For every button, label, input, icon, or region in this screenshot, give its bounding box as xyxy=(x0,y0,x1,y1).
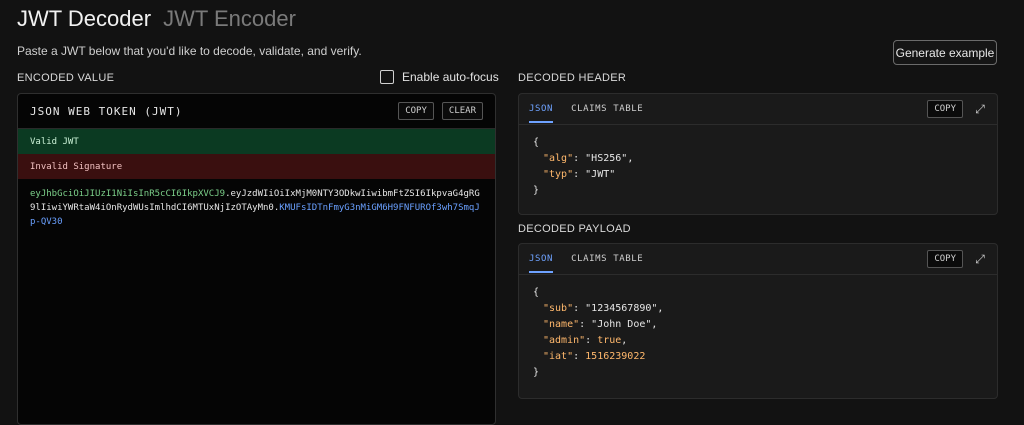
expand-icon[interactable]: ⤢ xyxy=(973,252,987,266)
json-val-name: "John Doe" xyxy=(591,319,652,330)
expand-icon[interactable]: ⤢ xyxy=(973,102,987,116)
json-val-typ: "JWT" xyxy=(585,169,616,180)
tab-jwt-decoder[interactable]: JWT Decoder xyxy=(17,6,151,32)
json-open-brace: { xyxy=(533,287,540,298)
json-val-iat: 1516239022 xyxy=(585,351,646,362)
decoded-header-actions: COPY ⤢ xyxy=(927,100,987,118)
tab-claims-table[interactable]: CLAIMS TABLE xyxy=(571,246,643,273)
decoded-header-card: JSON CLAIMS TABLE COPY ⤢ { "alg": "HS256… xyxy=(518,93,998,215)
decoded-header-json: { "alg": "HS256", "typ": "JWT" } xyxy=(519,125,997,209)
tab-jwt-encoder[interactable]: JWT Encoder xyxy=(163,6,296,32)
json-line-alg: "alg": "HS256", xyxy=(543,153,634,164)
json-key-name: "name" xyxy=(543,319,580,330)
encoded-panel-title: JSON WEB TOKEN (JWT) xyxy=(30,104,183,118)
json-key-sub: "sub" xyxy=(543,303,574,314)
top-tabs: JWT Decoder JWT Encoder xyxy=(17,6,296,32)
auto-focus-label: Enable auto-focus xyxy=(402,70,499,84)
decoded-payload-json: { "sub": "1234567890", "name": "John Doe… xyxy=(519,275,997,391)
decoded-header-card-head: JSON CLAIMS TABLE COPY ⤢ xyxy=(519,94,997,125)
json-line-iat: "iat": 1516239022 xyxy=(543,351,646,362)
decoded-payload-card-head: JSON CLAIMS TABLE COPY ⤢ xyxy=(519,244,997,275)
encoded-panel-actions: COPY CLEAR xyxy=(398,102,483,120)
json-key-iat: "iat" xyxy=(543,351,574,362)
decoded-payload-copy-button[interactable]: COPY xyxy=(927,250,963,268)
decoded-payload-card: JSON CLAIMS TABLE COPY ⤢ { "sub": "12345… xyxy=(518,243,998,399)
invalid-signature-status: Invalid Signature xyxy=(18,154,495,179)
json-key-alg: "alg" xyxy=(543,153,574,164)
json-line-typ: "typ": "JWT" xyxy=(543,169,616,180)
json-close-brace: } xyxy=(533,185,540,196)
page-subtitle: Paste a JWT below that you'd like to dec… xyxy=(17,44,362,58)
json-val-alg: "HS256" xyxy=(585,153,628,164)
jwt-token-input[interactable]: eyJhbGciOiJIUzI1NiIsInR5cCI6IkpXVCJ9.eyJ… xyxy=(18,179,495,237)
auto-focus-checkbox[interactable] xyxy=(380,70,394,84)
json-line-admin: "admin": true, xyxy=(543,335,628,346)
encoded-jwt-panel: JSON WEB TOKEN (JWT) COPY CLEAR Valid JW… xyxy=(17,93,496,425)
json-val-sub: "1234567890" xyxy=(585,303,658,314)
tab-json[interactable]: JSON xyxy=(529,96,554,123)
encoded-value-label: ENCODED VALUE xyxy=(17,72,115,84)
json-key-typ: "typ" xyxy=(543,169,574,180)
decoded-payload-tabs: JSON CLAIMS TABLE xyxy=(529,246,643,273)
decoded-header-label: DECODED HEADER xyxy=(518,72,627,84)
decoded-payload-label: DECODED PAYLOAD xyxy=(518,223,631,235)
tab-json[interactable]: JSON xyxy=(529,246,554,273)
encoded-clear-button[interactable]: CLEAR xyxy=(441,102,483,120)
encoded-copy-button[interactable]: COPY xyxy=(398,102,434,120)
encoded-panel-header: JSON WEB TOKEN (JWT) COPY CLEAR xyxy=(18,94,495,129)
json-line-sub: "sub": "1234567890", xyxy=(543,303,664,314)
decoded-header-tabs: JSON CLAIMS TABLE xyxy=(529,96,643,123)
token-header-part: eyJhbGciOiJIUzI1NiIsInR5cCI6IkpXVCJ9 xyxy=(30,189,226,199)
generate-example-button[interactable]: Generate example xyxy=(893,40,997,65)
json-line-name: "name": "John Doe", xyxy=(543,319,658,330)
decoded-header-copy-button[interactable]: COPY xyxy=(927,100,963,118)
json-open-brace: { xyxy=(533,137,540,148)
tab-claims-table[interactable]: CLAIMS TABLE xyxy=(571,96,643,123)
auto-focus-toggle[interactable]: Enable auto-focus xyxy=(380,70,499,84)
decoded-payload-actions: COPY ⤢ xyxy=(927,250,987,268)
json-close-brace: } xyxy=(533,367,540,378)
json-key-admin: "admin" xyxy=(543,335,586,346)
valid-jwt-status: Valid JWT xyxy=(18,129,495,154)
json-val-admin: true xyxy=(597,335,622,346)
